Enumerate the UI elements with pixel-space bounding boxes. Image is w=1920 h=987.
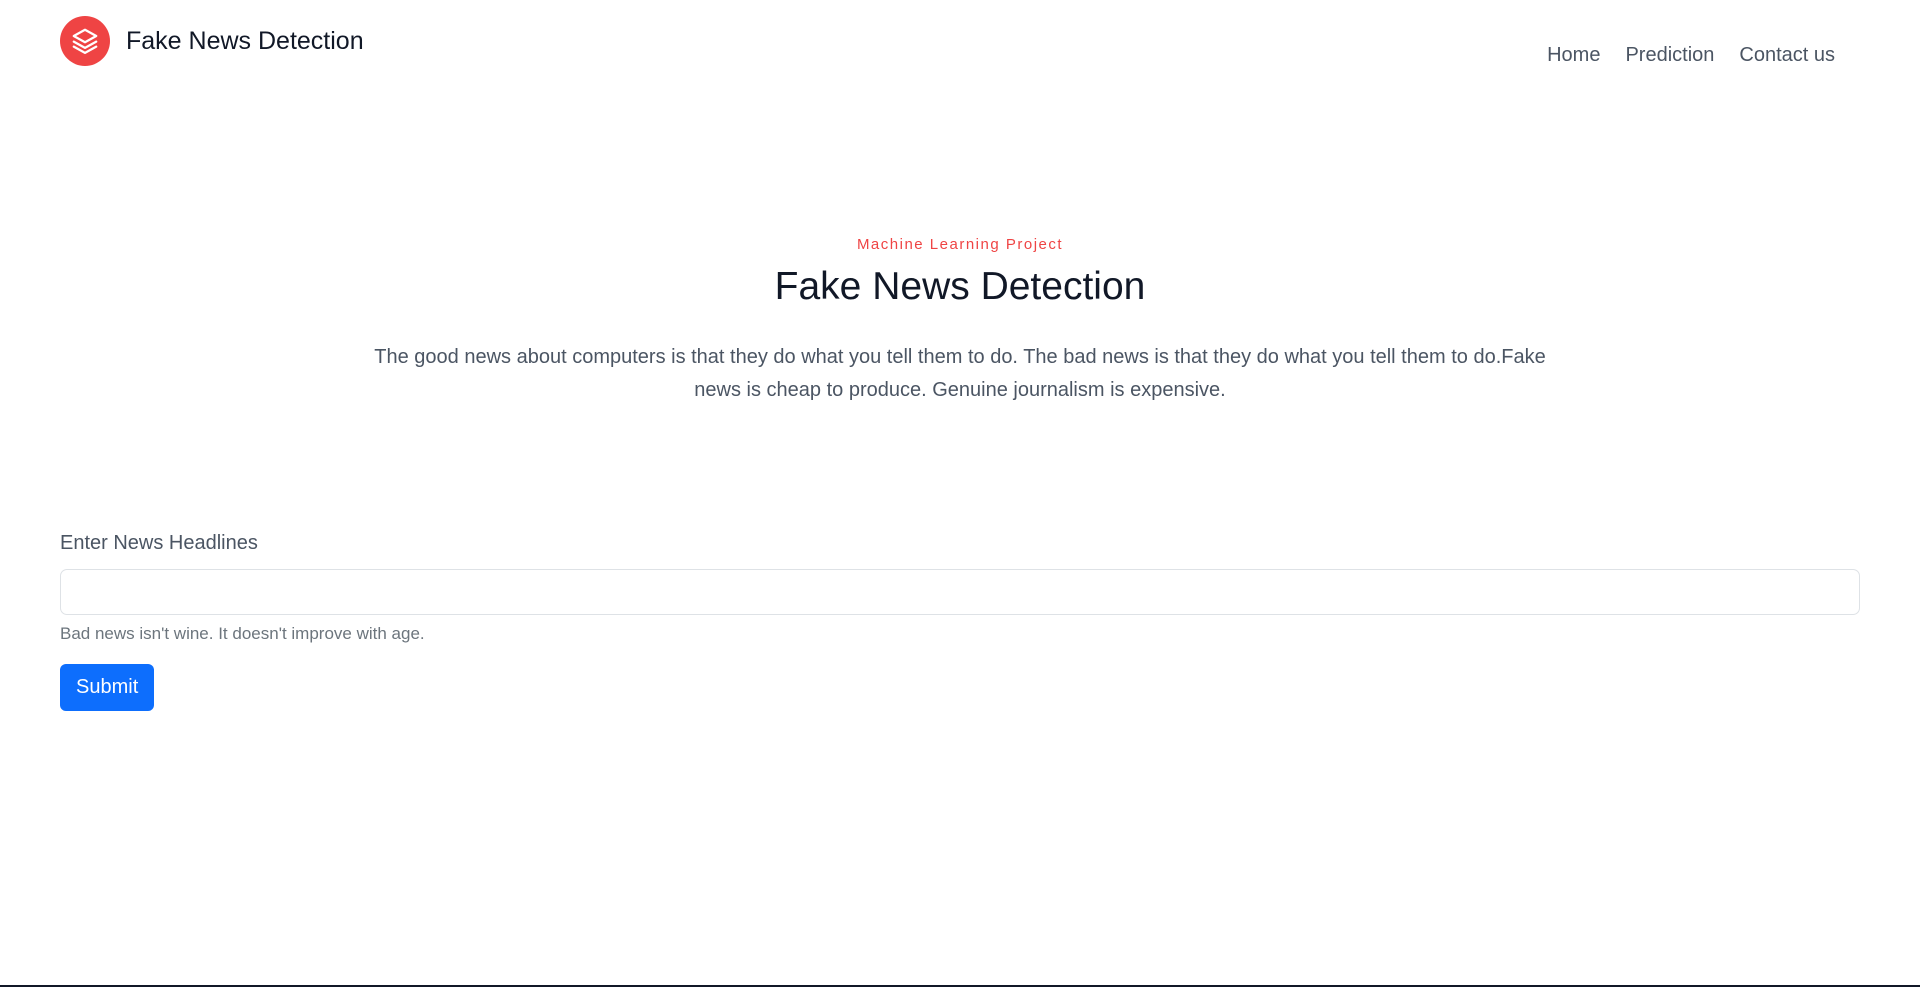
brand-link[interactable]: Fake News Detection: [60, 16, 364, 66]
main-nav: Home Prediction Contact us: [1547, 44, 1835, 67]
headline-help-text: Bad news isn't wine. It doesn't improve …: [60, 624, 425, 643]
page: Fake News Detection Home Prediction Cont…: [0, 0, 1920, 987]
submit-button[interactable]: Submit: [60, 664, 155, 711]
page-title: Fake News Detection: [774, 265, 1146, 308]
nav-contact-link[interactable]: Contact us: [1739, 44, 1835, 67]
hero-section: Machine Learning Project Fake News Detec…: [0, 236, 1920, 407]
brand-name: Fake News Detection: [126, 26, 364, 55]
headline-label: Enter News Headlines: [60, 532, 258, 554]
site-header: Fake News Detection Home Prediction Cont…: [0, 0, 1920, 110]
hero-eyebrow: Machine Learning Project: [856, 236, 1064, 253]
layers-icon: [60, 16, 110, 66]
hero-lead: The good news about computers is that th…: [374, 346, 1546, 401]
headline-form: Enter News Headlines Bad news isn't wine…: [60, 532, 1860, 711]
headline-input[interactable]: [60, 569, 1860, 615]
nav-prediction-link[interactable]: Prediction: [1625, 44, 1714, 67]
nav-home-link[interactable]: Home: [1547, 44, 1600, 67]
